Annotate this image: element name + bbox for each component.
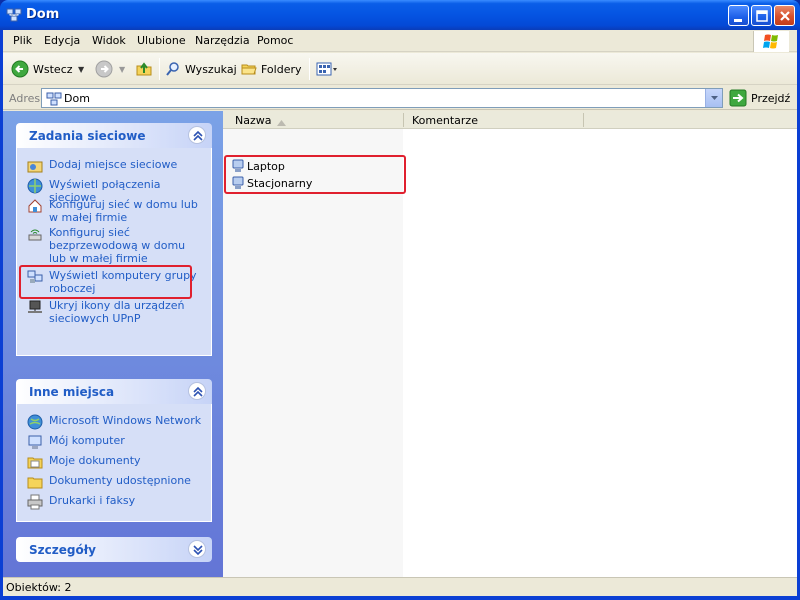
toolbar-separator (309, 58, 310, 80)
status-text: Obiektów: 2 (6, 581, 72, 594)
task-add-network-place[interactable]: Dodaj miejsce sieciowe (27, 158, 203, 174)
globe-network-icon (27, 414, 43, 430)
menu-favorites[interactable]: Ulubione (137, 34, 186, 47)
go-button[interactable]: Przejdź (729, 88, 790, 108)
folders-button[interactable]: Foldery (241, 58, 302, 80)
home-network-icon (27, 198, 43, 214)
minimize-button[interactable] (728, 5, 749, 26)
details-panel: Szczegóły (16, 537, 212, 562)
task-pane: Zadania sieciowe Dodaj miejsce sieciowe (3, 111, 223, 577)
other-places-header[interactable]: Inne miejsca (16, 379, 212, 404)
network-places-icon (6, 7, 22, 23)
column-comments[interactable]: Komentarze (412, 114, 478, 127)
upnp-device-icon (27, 299, 43, 315)
up-folder-button[interactable] (135, 58, 157, 80)
views-button[interactable] (316, 58, 342, 80)
network-tasks-panel: Zadania sieciowe Dodaj miejsce sieciowe (16, 123, 212, 356)
highlight-frame (224, 155, 406, 194)
forward-button[interactable] (95, 58, 117, 80)
toolbar-separator (159, 58, 160, 80)
up-folder-icon (136, 62, 152, 76)
column-name[interactable]: Nazwa (235, 114, 271, 127)
documents-folder-icon (27, 454, 43, 470)
sorted-column-shade (223, 129, 403, 577)
close-button[interactable] (774, 5, 795, 26)
views-icon (316, 62, 337, 76)
column-header-bar: Nazwa Komentarze (223, 111, 797, 129)
title-bar[interactable]: Dom (0, 0, 800, 30)
address-input[interactable]: Dom (41, 88, 723, 108)
task-setup-wireless-network[interactable]: Konfiguruj sieć bezprzewodową w domu lub… (27, 226, 203, 265)
place-printers-faxes[interactable]: Drukarki i faksy (27, 494, 203, 510)
place-shared-documents[interactable]: Dokumenty udostępnione (27, 474, 203, 490)
menu-edit[interactable]: Edycja (44, 34, 80, 47)
place-my-documents[interactable]: Moje dokumenty (27, 454, 203, 470)
menu-help[interactable]: Pomoc (257, 34, 293, 47)
address-label: Adres (9, 92, 41, 105)
network-tasks-body: Dodaj miejsce sieciowe Wyświetl połączen… (16, 148, 212, 356)
expand-chevron-icon[interactable] (188, 540, 206, 558)
go-arrow-icon (729, 89, 747, 107)
window-title: Dom (26, 7, 60, 22)
menu-file[interactable]: Plik (13, 34, 32, 47)
wireless-network-icon (27, 226, 43, 242)
folders-icon (241, 64, 257, 75)
sort-ascending-icon (277, 116, 286, 129)
other-places-panel: Inne miejsca Microsoft Windows Network M… (16, 379, 212, 522)
other-places-title: Inne miejsca (29, 385, 115, 399)
place-windows-network[interactable]: Microsoft Windows Network (27, 414, 203, 430)
file-list-view[interactable]: Nazwa Komentarze Laptop Stacjonarny (223, 111, 797, 577)
printer-icon (27, 494, 43, 510)
network-tasks-title: Zadania sieciowe (29, 129, 146, 143)
details-title: Szczegóły (29, 543, 96, 557)
search-label: Wyszukaj (185, 62, 237, 76)
go-label: Przejdź (751, 91, 791, 105)
highlight-frame (19, 265, 192, 299)
search-button[interactable]: Wyszukaj (165, 58, 237, 80)
back-arrow-icon (11, 60, 29, 78)
maximize-button[interactable] (751, 5, 772, 26)
place-my-computer[interactable]: Mój komputer (27, 434, 203, 450)
search-icon (166, 62, 179, 76)
network-tasks-header[interactable]: Zadania sieciowe (16, 123, 212, 148)
address-value: Dom (64, 92, 90, 105)
column-divider[interactable] (583, 113, 584, 127)
menu-bar: Plik Edycja Widok Ulubione Narzędzia Pom… (3, 30, 797, 52)
network-connections-icon (27, 178, 43, 194)
standard-toolbar: Wstecz ▼ ▼ Wyszukaj Foldery (3, 53, 797, 85)
address-dropdown-icon[interactable] (705, 89, 722, 107)
my-computer-icon (27, 434, 43, 450)
explorer-window: Dom Plik Edycja Widok Ulubione Narzędzia… (0, 0, 800, 600)
back-button[interactable]: Wstecz (11, 58, 73, 80)
menu-tools[interactable]: Narzędzia (195, 34, 250, 47)
menu-view[interactable]: Widok (92, 34, 126, 47)
shared-folder-icon (27, 474, 43, 490)
windows-logo-icon (753, 31, 789, 52)
forward-arrow-icon (95, 60, 113, 78)
task-setup-home-network[interactable]: Konfiguruj sieć w domu lub w małej firmi… (27, 198, 203, 224)
folders-label: Foldery (261, 62, 302, 76)
network-places-icon (46, 91, 62, 110)
collapse-chevron-icon[interactable] (188, 126, 206, 144)
collapse-chevron-icon[interactable] (188, 382, 206, 400)
status-bar: Obiektów: 2 (3, 577, 797, 596)
window-body: Plik Edycja Widok Ulubione Narzędzia Pom… (3, 30, 797, 596)
back-dropdown-icon[interactable]: ▼ (78, 65, 84, 74)
add-network-place-icon (27, 158, 43, 174)
forward-dropdown-icon[interactable]: ▼ (119, 65, 125, 74)
other-places-body: Microsoft Windows Network Mój komputer M… (16, 404, 212, 522)
column-divider[interactable] (403, 113, 404, 127)
task-hide-upnp-icons[interactable]: Ukryj ikony dla urządzeń sieciowych UPnP (27, 299, 203, 325)
address-bar: Adres Dom Przejdź (3, 86, 797, 110)
details-header[interactable]: Szczegóły (16, 537, 212, 562)
back-label: Wstecz (33, 62, 73, 76)
